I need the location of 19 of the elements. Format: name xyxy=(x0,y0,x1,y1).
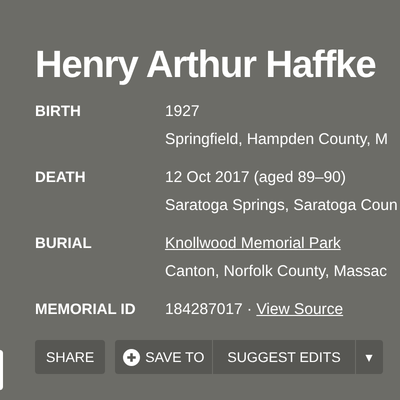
fact-value: Canton, Norfolk County, Massac xyxy=(165,262,387,282)
dropdown-button[interactable]: ▾ xyxy=(356,340,383,374)
share-button[interactable]: SHARE xyxy=(35,340,106,374)
fact-value: 1927 xyxy=(165,102,200,122)
fact-value: Saratoga Springs, Saratoga Coun xyxy=(165,196,398,216)
save-to-button[interactable]: SAVE TO xyxy=(115,340,212,374)
page-title: Henry Arthur Haffke xyxy=(35,43,376,88)
fact-label: BIRTH xyxy=(35,103,81,120)
memorial-id: 184287017 · xyxy=(165,300,254,320)
fact-label: DEATH xyxy=(35,169,86,186)
plus-circle-icon xyxy=(123,348,140,366)
view-source-link[interactable]: View Source xyxy=(256,298,344,322)
panel-edge xyxy=(0,350,3,390)
suggest-edits-button[interactable]: SUGGEST EDITS xyxy=(213,340,355,374)
fact-label: BURIAL xyxy=(35,235,92,252)
cemetery-link[interactable]: Knollwood Memorial Park xyxy=(165,232,341,256)
fact-value: 12 Oct 2017 (aged 89–90) xyxy=(165,168,346,188)
fact-label: MEMORIAL ID xyxy=(35,301,136,318)
fact-value: Springfield, Hampden County, M xyxy=(165,130,388,150)
